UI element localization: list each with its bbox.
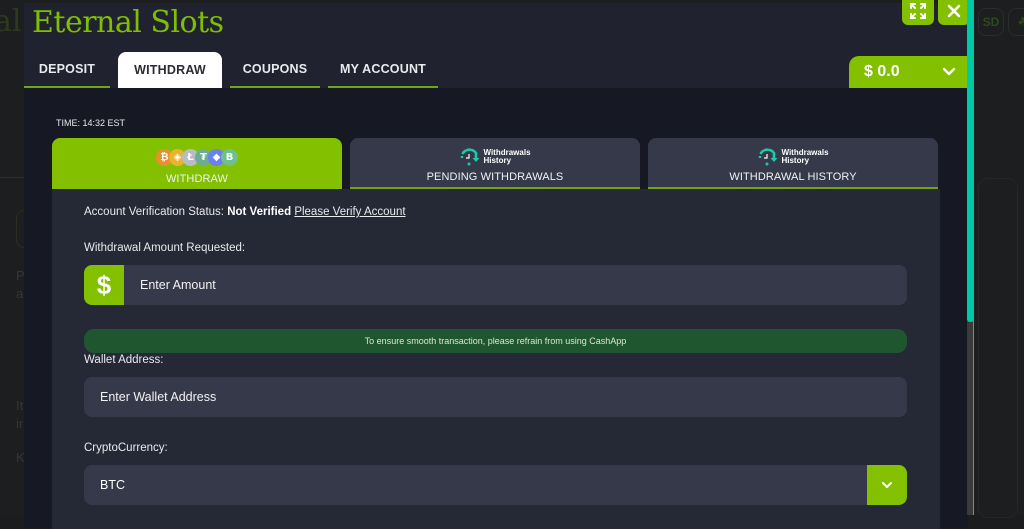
brand-logo: Eternal Slots xyxy=(32,5,224,40)
bitcoin-cash-icon: B xyxy=(221,149,238,166)
sub-tab-label: PENDING WITHDRAWALS xyxy=(427,171,564,183)
badge-line: History xyxy=(483,156,511,165)
sub-tab-label: WITHDRAWAL HISTORY xyxy=(729,171,856,183)
fullscreen-button[interactable] xyxy=(902,0,934,25)
close-icon xyxy=(947,4,961,18)
wallet-field xyxy=(84,377,907,417)
balance-amount: $ 0.0 xyxy=(864,63,900,81)
expand-arrows-icon xyxy=(909,2,927,20)
crypto-dropdown-button[interactable] xyxy=(867,465,907,505)
sub-tab-pending-withdrawals[interactable]: WithdrawalsHistory PENDING WITHDRAWALS xyxy=(350,138,640,189)
amount-field: $ xyxy=(84,265,907,305)
withdraw-form-panel: Account Verification Status: Not Verifie… xyxy=(52,189,940,529)
tab-deposit[interactable]: DEPOSIT xyxy=(24,52,110,88)
sub-tab-label: WITHDRAW xyxy=(166,173,228,185)
tab-my-account[interactable]: MY ACCOUNT xyxy=(328,52,438,88)
close-button[interactable] xyxy=(938,0,970,25)
sub-tab-withdrawal-history[interactable]: WithdrawalsHistory WITHDRAWAL HISTORY xyxy=(648,138,938,189)
verification-value: Not Verified xyxy=(227,206,291,218)
verification-status: Account Verification Status: Not Verifie… xyxy=(84,206,406,218)
scrollbar-thumb[interactable] xyxy=(967,0,974,322)
tab-withdraw[interactable]: WITHDRAW xyxy=(118,52,222,88)
chevron-down-icon xyxy=(942,67,956,77)
cashapp-notice: To ensure smooth transaction, please ref… xyxy=(84,329,907,353)
badge-line: History xyxy=(781,156,809,165)
dollar-icon: $ xyxy=(84,265,124,305)
amount-input[interactable] xyxy=(124,265,907,305)
badge-text: WithdrawalsHistory xyxy=(781,149,828,165)
badge-text: WithdrawalsHistory xyxy=(483,149,530,165)
modal-body: TIME: 14:32 EST ₿ ◈ Ł ₮ ◆ B WITHDRAW xyxy=(24,88,968,528)
withdraw-sub-tabs: ₿ ◈ Ł ₮ ◆ B WITHDRAW xyxy=(52,138,946,189)
crypto-coins-icon: ₿ ◈ Ł ₮ ◆ B xyxy=(156,149,238,169)
clock-arrow-icon xyxy=(459,147,481,167)
amount-label: Withdrawal Amount Requested: xyxy=(84,242,245,254)
cashier-modal: Eternal Slots DEPOSIT WITHDRAW COUPONS M… xyxy=(24,3,968,523)
withdrawals-history-icon: WithdrawalsHistory xyxy=(459,147,530,167)
verify-account-link[interactable]: Please Verify Account xyxy=(294,206,405,218)
time-display: TIME: 14:32 EST xyxy=(56,118,125,128)
main-tabs: DEPOSIT WITHDRAW COUPONS MY ACCOUNT xyxy=(24,52,446,88)
wallet-label: Wallet Address: xyxy=(84,354,163,366)
background-text: a xyxy=(16,284,23,304)
verification-prefix: Account Verification Status: xyxy=(84,206,224,218)
background-chip: ☘ xyxy=(1008,8,1024,36)
balance-dropdown[interactable]: $ 0.0 xyxy=(849,56,968,88)
tab-coupons[interactable]: COUPONS xyxy=(230,52,320,88)
sub-tab-withdraw[interactable]: ₿ ◈ Ł ₮ ◆ B WITHDRAW xyxy=(52,138,342,189)
chevron-down-icon xyxy=(881,481,893,489)
withdrawals-history-icon: WithdrawalsHistory xyxy=(757,147,828,167)
background-card xyxy=(978,178,1018,518)
background-chip: SD xyxy=(978,8,1004,36)
background-divider xyxy=(0,177,24,178)
background-logo: al xyxy=(0,4,21,39)
wallet-address-input[interactable] xyxy=(84,377,907,417)
background-text: It xyxy=(16,396,23,416)
clock-arrow-icon xyxy=(757,147,779,167)
crypto-select[interactable]: BTC xyxy=(84,465,907,505)
crypto-label: CryptoCurrency: xyxy=(84,442,168,454)
background-text: ir xyxy=(16,414,23,434)
crypto-selected-value: BTC xyxy=(84,478,867,492)
modal-header: Eternal Slots DEPOSIT WITHDRAW COUPONS M… xyxy=(24,3,968,88)
